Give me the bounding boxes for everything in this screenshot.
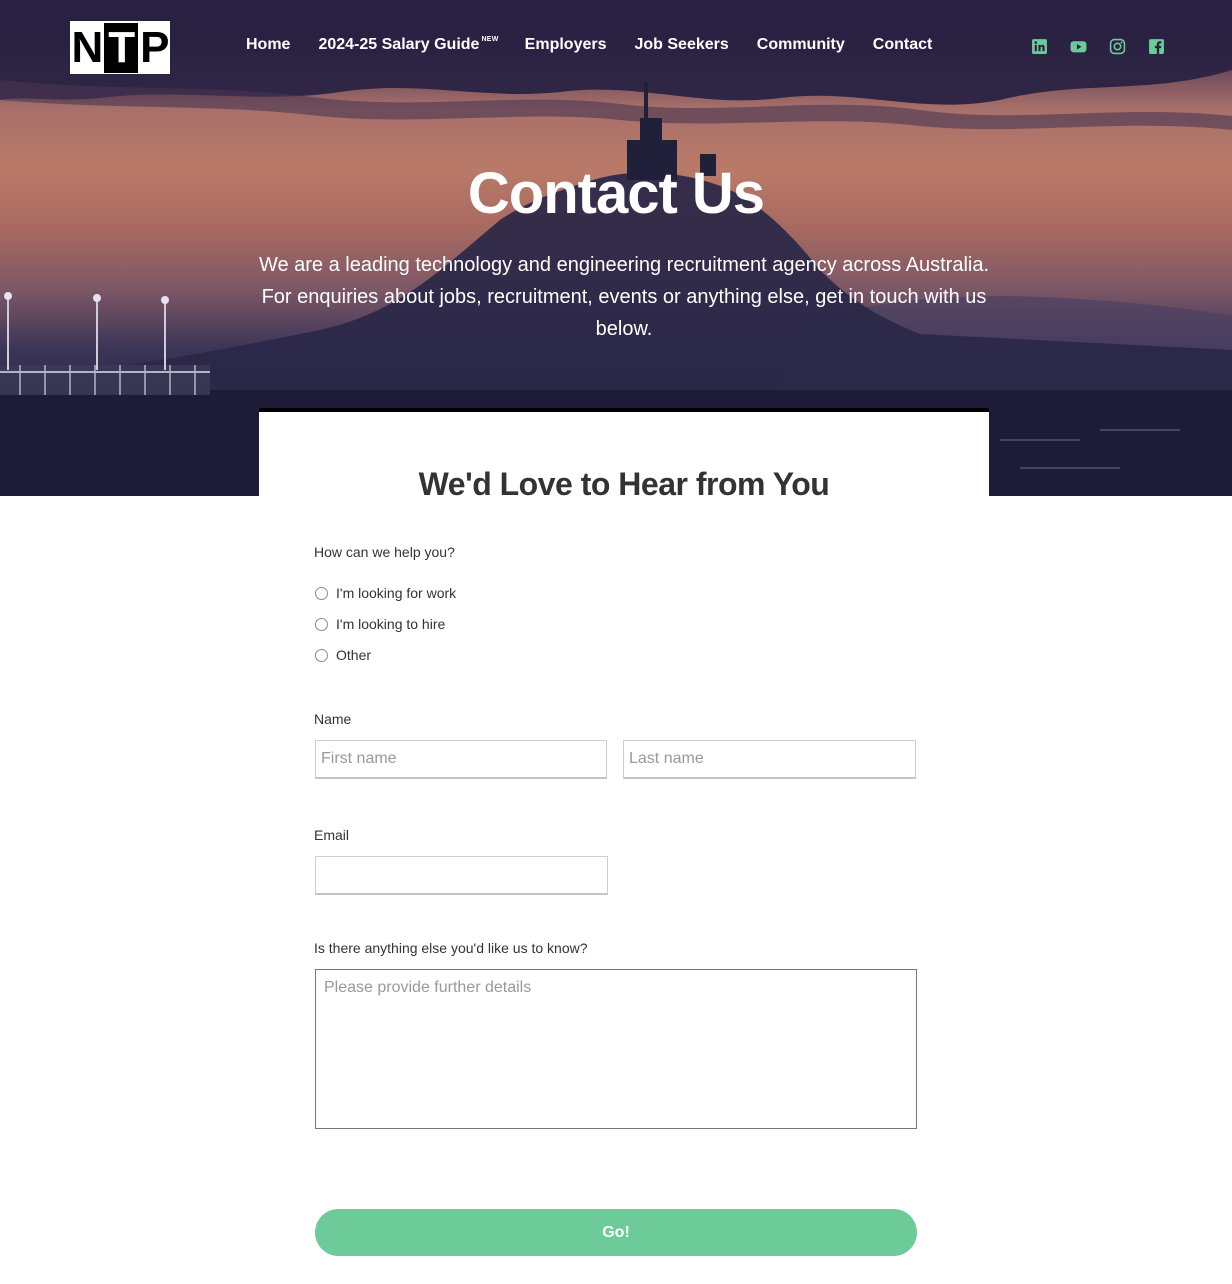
name-label: Name <box>314 711 352 727</box>
facebook-icon[interactable] <box>1148 38 1165 55</box>
submit-button[interactable]: Go! <box>315 1209 917 1256</box>
radio-looking-to-hire[interactable] <box>315 617 328 631</box>
email-field[interactable] <box>315 856 608 895</box>
first-name-input[interactable]: First name <box>315 740 607 779</box>
page-title: Contact Us <box>467 161 765 226</box>
nav-community[interactable]: Community <box>757 36 845 54</box>
email-label: Email <box>314 827 350 843</box>
option-looking-for-work[interactable]: I'm looking for work <box>315 585 456 601</box>
youtube-icon[interactable] <box>1070 38 1087 55</box>
option-other-label: Other <box>336 647 372 663</box>
linkedin-icon[interactable] <box>1031 38 1048 55</box>
social-links <box>1031 38 1187 55</box>
instagram-icon[interactable] <box>1109 38 1126 55</box>
ntp-logo[interactable]: N T P <box>70 21 170 74</box>
help-question-label: How can we help you? <box>314 544 455 560</box>
nav-salary-guide[interactable]: 2024-25 Salary Guide NEW <box>318 36 499 54</box>
logo-letter-t: T <box>104 22 139 73</box>
option-looking-to-hire[interactable]: I'm looking to hire <box>315 616 445 632</box>
hero-description: We are a leading technology and engineer… <box>258 254 990 340</box>
nav-contact[interactable]: Contact <box>873 36 933 54</box>
logo-letter-p: P <box>140 22 169 72</box>
option-looking-to-hire-label: I'm looking to hire <box>336 616 446 632</box>
details-label: Is there anything else you'd like us to … <box>314 940 588 956</box>
option-other[interactable]: Other <box>315 647 371 663</box>
last-name-input[interactable]: Last name <box>623 740 916 779</box>
details-textarea[interactable]: Please provide further details <box>315 969 917 1129</box>
new-badge: NEW <box>481 36 499 43</box>
radio-other[interactable] <box>315 648 328 662</box>
nav-home[interactable]: Home <box>246 36 290 54</box>
nav-employers[interactable]: Employers <box>525 36 607 54</box>
nav-job-seekers[interactable]: Job Seekers <box>634 36 728 54</box>
contact-form-card <box>259 408 989 1284</box>
nav-salary-guide-label: 2024-25 Salary Guide <box>318 36 480 53</box>
main-nav: Home 2024-25 Salary Guide NEW Employers J… <box>246 36 960 54</box>
option-looking-for-work-label: I'm looking for work <box>336 585 457 601</box>
form-title: We'd Love to Hear from You <box>418 466 830 502</box>
logo-letter-n: N <box>71 22 103 72</box>
radio-looking-for-work[interactable] <box>315 586 328 600</box>
